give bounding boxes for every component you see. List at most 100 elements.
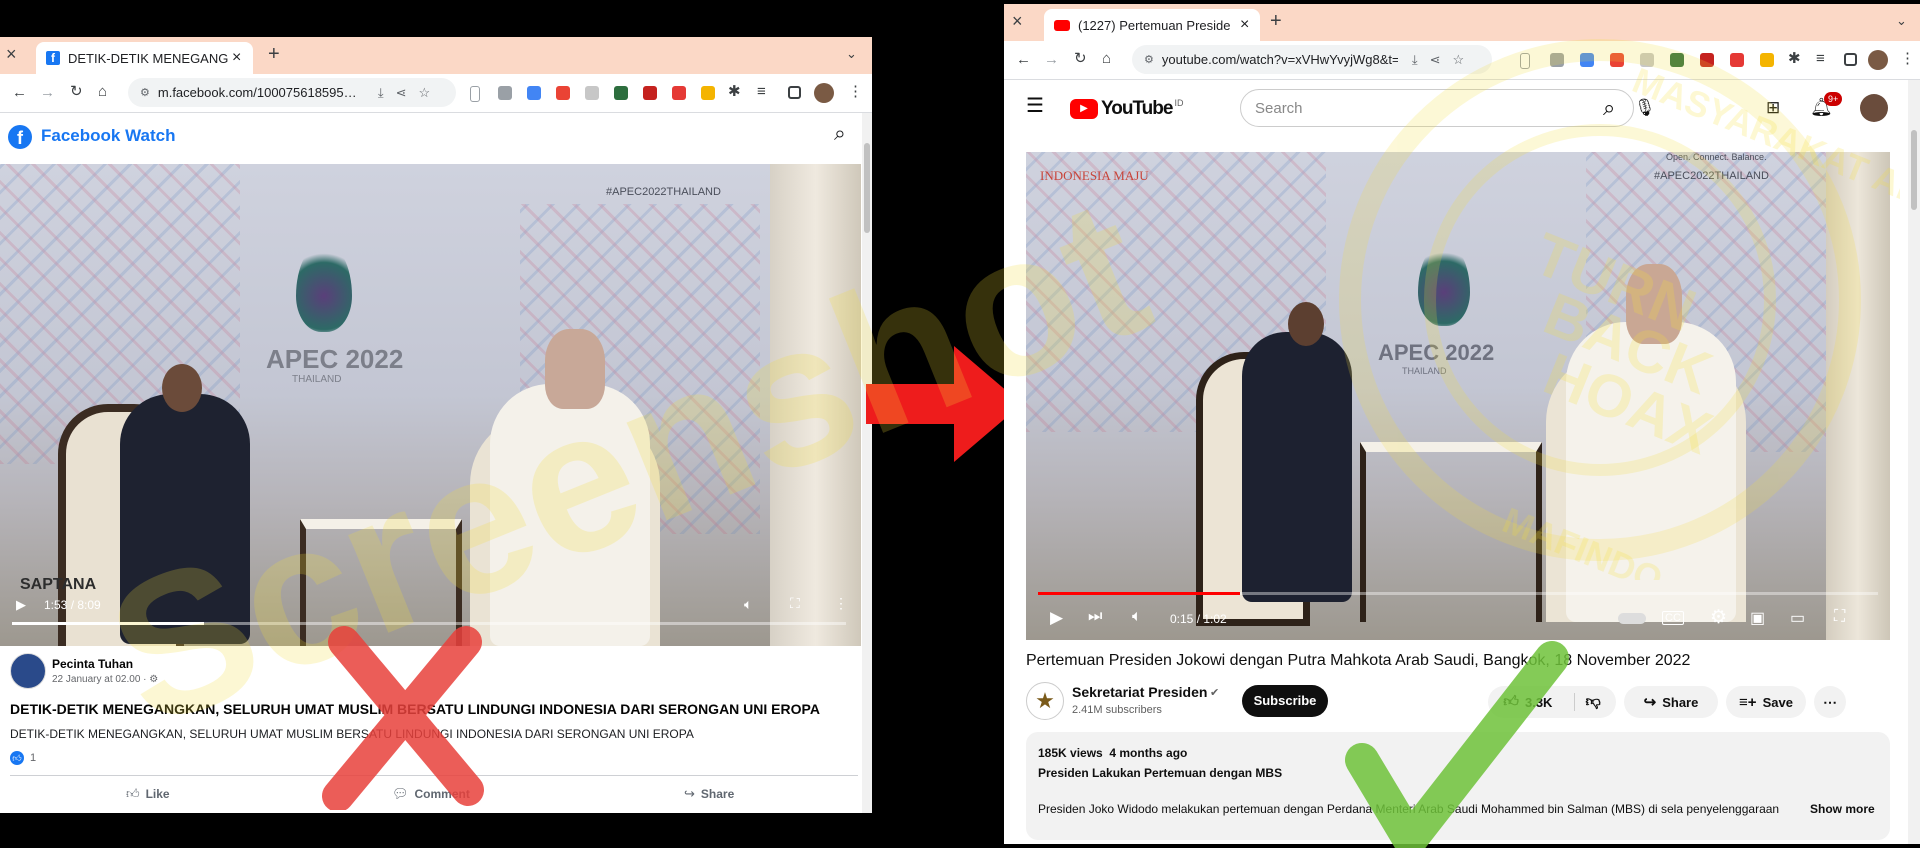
save-label: Save (1762, 694, 1793, 710)
install-icon[interactable]: ⤓ (378, 85, 384, 101)
progress-fill (12, 622, 204, 625)
subtitles-icon[interactable]: CC (1662, 611, 1684, 625)
author-avatar[interactable] (10, 653, 46, 689)
address-bar[interactable]: ⚙ m.facebook.com/100075618595… ⤓ ⋖ ☆ (128, 78, 456, 107)
facebook-video-player[interactable]: #APEC2022THAILAND APEC 2022 THAILAND SAP… (0, 164, 861, 646)
extension-shield-icon[interactable] (1700, 53, 1714, 67)
scrollbar-thumb[interactable] (1911, 130, 1917, 210)
volume-icon[interactable]: 🔈︎ (1132, 608, 1142, 626)
new-tab-icon[interactable]: + (1270, 11, 1282, 31)
share-icon[interactable]: ⋖ (396, 85, 407, 101)
window-close-icon[interactable]: × (6, 45, 17, 63)
extension-a-icon[interactable] (585, 86, 599, 100)
channel-avatar[interactable]: ★ (1026, 682, 1064, 720)
new-tab-icon[interactable]: + (268, 44, 280, 64)
youtube-video-player[interactable]: INDONESIA MAJU Open. Connect. Balance. #… (1026, 152, 1890, 640)
extension-pin-icon[interactable] (701, 86, 715, 100)
window-close-icon[interactable]: × (1012, 12, 1023, 30)
extension-camera-icon[interactable] (498, 86, 512, 100)
tab-youtube[interactable]: (1227) Pertemuan Preside × (1044, 9, 1260, 41)
share-label: Share (1662, 694, 1699, 710)
extension-translate-icon[interactable] (1580, 53, 1594, 67)
subscribe-button[interactable]: Subscribe (1242, 685, 1328, 717)
settings-gear-icon[interactable]: ⚙ (1710, 606, 1727, 629)
create-video-icon[interactable]: ⊞ (1766, 99, 1780, 116)
share-button[interactable]: ↪ Share (684, 786, 734, 802)
autoplay-toggle[interactable] (1618, 613, 1646, 624)
forward-arrow-icon[interactable]: → (40, 85, 55, 100)
theater-mode-icon[interactable]: ▭ (1790, 608, 1805, 628)
extension-camera-icon[interactable] (1550, 53, 1564, 67)
more-options-icon[interactable]: ⋮ (834, 595, 848, 612)
progress-track[interactable] (1038, 592, 1878, 595)
like-button[interactable]: 👍︎ Like (126, 786, 170, 802)
reload-icon[interactable]: ↻ (1074, 51, 1087, 66)
extension-1-icon[interactable] (1520, 53, 1530, 69)
extension-record-icon[interactable] (556, 86, 570, 100)
tab-search-chevron-icon[interactable]: ⌄ (1896, 14, 1907, 27)
facebook-logo-icon[interactable]: f (8, 125, 32, 149)
profile-avatar[interactable] (814, 83, 834, 103)
forward-arrow-icon[interactable]: → (1044, 52, 1059, 67)
reading-list-icon[interactable]: ≡ (757, 84, 766, 99)
like-count: 1 (30, 752, 37, 764)
author-name[interactable]: Pecinta Tuhan (52, 657, 133, 671)
tab-close-icon[interactable]: × (232, 49, 241, 67)
search-input[interactable]: Search (1255, 100, 1303, 117)
extension-wave-icon[interactable] (1730, 53, 1744, 67)
menu-kebab-icon[interactable]: ⋮ (848, 84, 863, 99)
install-icon[interactable]: ⤓ (1412, 52, 1418, 68)
profile-avatar[interactable] (1868, 50, 1888, 70)
extension-pin-icon[interactable] (1760, 53, 1774, 67)
reload-icon[interactable]: ↻ (70, 84, 83, 99)
volume-icon[interactable]: 🔈︎ (744, 596, 752, 613)
bookmark-star-icon[interactable]: ☆ (1453, 52, 1465, 68)
tab-close-icon[interactable]: × (1240, 16, 1249, 34)
search-icon[interactable]: ⌕ (1603, 95, 1615, 121)
extension-translate-icon[interactable] (527, 86, 541, 100)
extensions-puzzle-icon[interactable]: ✱ (1788, 51, 1801, 66)
back-arrow-icon[interactable]: ← (1016, 52, 1031, 67)
menu-kebab-icon[interactable]: ⋮ (1900, 51, 1915, 66)
scrollbar-thumb[interactable] (864, 143, 870, 233)
extension-a-icon[interactable] (1640, 53, 1654, 67)
extension-ci-icon[interactable] (1670, 53, 1684, 67)
show-more-link[interactable]: Show more (1810, 802, 1875, 816)
tab-facebook[interactable]: f DETIK-DETIK MENEGANGKAN × (36, 42, 253, 74)
side-panel-icon[interactable] (1844, 53, 1857, 66)
tab-search-chevron-icon[interactable]: ⌄ (846, 47, 857, 60)
youtube-logo[interactable]: ▶ YouTube ID (1070, 98, 1183, 120)
extension-1-icon[interactable] (470, 86, 480, 102)
home-icon[interactable]: ⌂ (98, 84, 107, 99)
channel-name[interactable]: Sekretariat Presiden (1072, 684, 1207, 700)
bookmark-star-icon[interactable]: ☆ (419, 85, 431, 101)
extension-wave-icon[interactable] (672, 86, 686, 100)
share-icon[interactable]: ⋖ (1430, 52, 1441, 68)
hamburger-menu-icon[interactable]: ☰ (1026, 96, 1044, 116)
page-scrollbar[interactable] (1908, 80, 1920, 844)
extension-record-icon[interactable] (1610, 53, 1624, 67)
fullscreen-icon[interactable]: ⛶ (790, 595, 800, 612)
reading-list-icon[interactable]: ≡ (1816, 51, 1825, 66)
share-button[interactable]: ↪ Share (1624, 686, 1718, 718)
subscribe-label: Subscribe (1253, 693, 1317, 708)
dislike-thumb-icon[interactable]: 👎︎ (1574, 693, 1601, 711)
search-box[interactable]: Search ⌕ (1240, 89, 1634, 127)
extension-shield-icon[interactable] (643, 86, 657, 100)
play-icon[interactable]: ▶ (16, 597, 26, 613)
back-arrow-icon[interactable]: ← (12, 85, 27, 100)
save-button[interactable]: ≡+ Save (1726, 686, 1806, 718)
side-panel-icon[interactable] (788, 86, 801, 99)
extension-ci-icon[interactable] (614, 86, 628, 100)
address-bar[interactable]: ⚙ youtube.com/watch?v=xVHwYvyjWg8&t=1… ⤓… (1132, 45, 1492, 74)
account-avatar[interactable] (1860, 94, 1888, 122)
home-icon[interactable]: ⌂ (1102, 51, 1111, 66)
microphone-icon[interactable]: 🎙︎ (1634, 99, 1656, 116)
more-actions-button[interactable]: ⋯ (1814, 686, 1846, 718)
fullscreen-icon[interactable]: ⛶ (1834, 608, 1845, 626)
next-icon[interactable]: ⏭︎ (1088, 608, 1102, 626)
miniplayer-icon[interactable]: ▣ (1750, 608, 1765, 628)
extensions-puzzle-icon[interactable]: ✱ (728, 84, 741, 99)
search-icon[interactable]: ⌕ (834, 122, 846, 146)
play-icon[interactable]: ▶ (1050, 608, 1063, 628)
